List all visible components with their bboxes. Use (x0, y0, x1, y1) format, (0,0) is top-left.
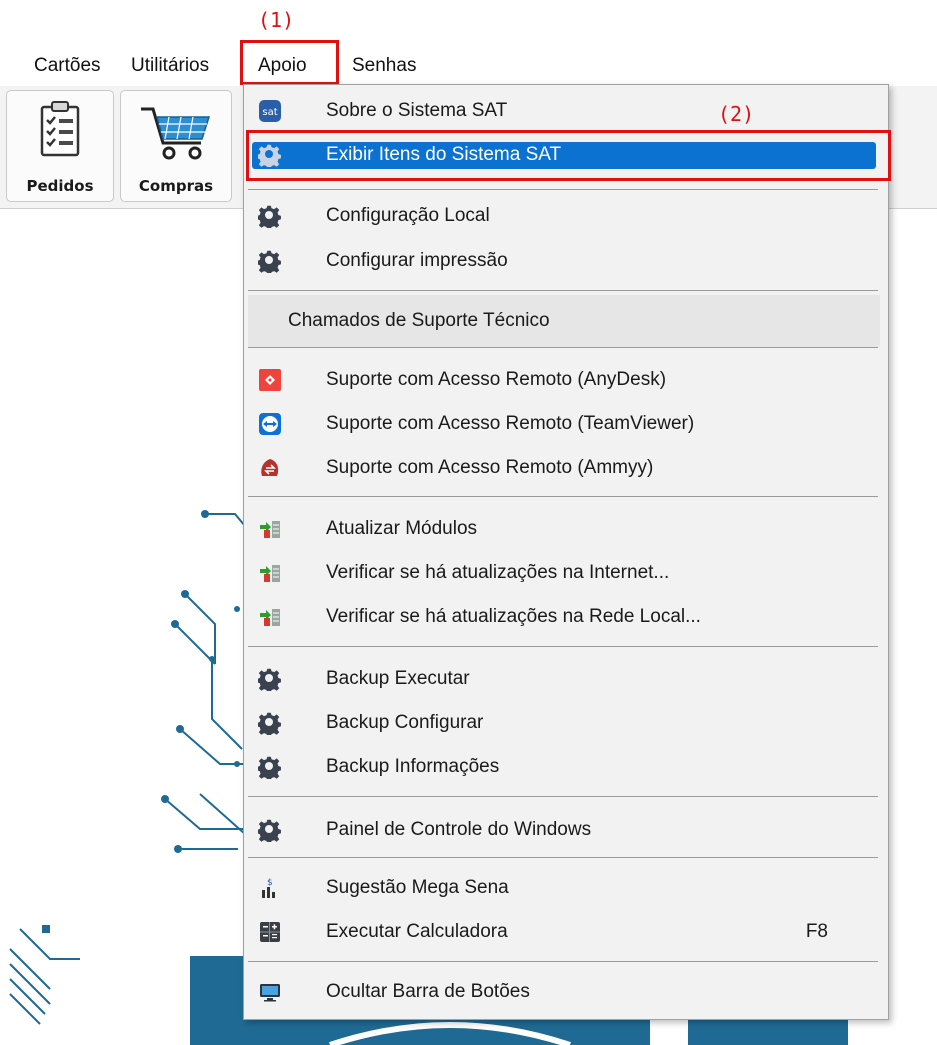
pedidos-button[interactable]: Pedidos (6, 90, 114, 202)
gear-icon (257, 755, 282, 781)
menu-item-label: Sobre o Sistema SAT (326, 100, 508, 121)
ammyy-icon (258, 456, 282, 480)
shopping-cart-icon (139, 101, 213, 168)
menu-item-backup-informacoes[interactable]: Backup Informações (248, 746, 884, 788)
menu-item-label: Painel de Controle do Windows (326, 819, 592, 840)
update-modules-icon (258, 605, 282, 629)
menu-item-label: Verificar se há atualizações na Internet… (326, 562, 670, 583)
pedidos-label: Pedidos (26, 177, 94, 195)
menu-item-shortcut: F8 (805, 921, 828, 942)
compras-button[interactable]: Compras (120, 90, 232, 202)
menu-item-suporte-ammyy[interactable]: Suporte com Acesso Remoto (Ammyy) (248, 447, 884, 489)
menu-group-header-label: Chamados de Suporte Técnico (288, 310, 550, 331)
separator (248, 290, 878, 291)
menu-item-verificar-internet[interactable]: Verificar se há atualizações na Internet… (248, 552, 884, 594)
separator (248, 646, 878, 647)
menu-item-label: Executar Calculadora (326, 921, 508, 942)
separator (248, 961, 878, 962)
menu-item-atualizar-modulos[interactable]: Atualizar Módulos (248, 508, 884, 550)
menu-item-painel-controle[interactable]: Painel de Controle do Windows (248, 809, 884, 851)
menu-item-backup-configurar[interactable]: Backup Configurar (248, 702, 884, 744)
update-modules-icon (258, 561, 282, 585)
menu-item-label: Configuração Local (326, 205, 490, 226)
menu-item-verificar-rede-local[interactable]: Verificar se há atualizações na Rede Loc… (248, 596, 884, 638)
annotation-box-apoio (240, 40, 339, 85)
gear-icon (257, 818, 282, 844)
menu-group-header-chamados: Chamados de Suporte Técnico (248, 295, 880, 347)
sat-logo-icon: sat (258, 99, 282, 123)
menu-senhas[interactable]: Senhas (352, 48, 416, 84)
menu-item-label: Verificar se há atualizações na Rede Loc… (326, 606, 701, 627)
annotation-step-1: (1) (258, 8, 295, 32)
menu-item-configuracao-local[interactable]: Configuração Local (248, 195, 884, 237)
annotation-step-2: (2) (718, 102, 755, 126)
monitor-icon (258, 980, 282, 1004)
separator (248, 189, 878, 190)
menu-item-label: Sugestão Mega Sena (326, 877, 509, 898)
menu-item-label: Configurar impressão (326, 250, 508, 271)
calculator-icon (258, 920, 282, 944)
lottery-chart-icon: $ (258, 876, 282, 900)
menu-item-sugestao-mega-sena[interactable]: $ Sugestão Mega Sena (248, 867, 884, 909)
menu-item-executar-calculadora[interactable]: Executar Calculadora F8 (248, 911, 884, 953)
separator (248, 496, 878, 497)
apoio-dropdown-menu: sat Sobre o Sistema SAT Exibir Itens do … (243, 84, 889, 1020)
separator (248, 796, 878, 797)
anydesk-icon (258, 368, 282, 392)
separator (248, 347, 878, 348)
menu-item-label: Backup Executar (326, 668, 470, 689)
gear-icon (257, 249, 282, 275)
menu-item-suporte-teamviewer[interactable]: Suporte com Acesso Remoto (TeamViewer) (248, 403, 884, 445)
separator (248, 857, 878, 858)
teamviewer-icon (258, 412, 282, 436)
gear-icon (257, 204, 282, 230)
menubar: Cartões Utilitários Apoio Senhas (0, 48, 937, 86)
menu-utilitarios[interactable]: Utilitários (131, 48, 209, 84)
menu-item-label: Ocultar Barra de Botões (326, 981, 530, 1002)
compras-label: Compras (138, 177, 214, 195)
menu-item-label: Suporte com Acesso Remoto (TeamViewer) (326, 413, 695, 434)
menu-item-label: Backup Configurar (326, 712, 484, 733)
menu-item-label: Suporte com Acesso Remoto (Ammyy) (326, 457, 654, 478)
update-modules-icon (258, 517, 282, 541)
menu-item-label: Suporte com Acesso Remoto (AnyDesk) (326, 369, 667, 390)
menu-item-backup-executar[interactable]: Backup Executar (248, 658, 884, 700)
menu-item-ocultar-barra-botoes[interactable]: Ocultar Barra de Botões (248, 971, 884, 1013)
menu-item-sobre-sistema-sat[interactable]: sat Sobre o Sistema SAT (248, 90, 884, 132)
gear-icon (257, 667, 282, 693)
menu-item-label: Backup Informações (326, 756, 500, 777)
menu-cartoes[interactable]: Cartões (34, 48, 101, 84)
menu-item-configurar-impressao[interactable]: Configurar impressão (248, 240, 884, 282)
menu-item-suporte-anydesk[interactable]: Suporte com Acesso Remoto (AnyDesk) (248, 359, 884, 401)
menu-item-label: Atualizar Módulos (326, 518, 478, 539)
annotation-box-exibir-itens (246, 130, 891, 181)
gear-icon (257, 711, 282, 737)
clipboard-checklist-icon (38, 101, 82, 164)
svg-text:sat: sat (262, 107, 277, 118)
svg-text:$: $ (267, 878, 273, 888)
